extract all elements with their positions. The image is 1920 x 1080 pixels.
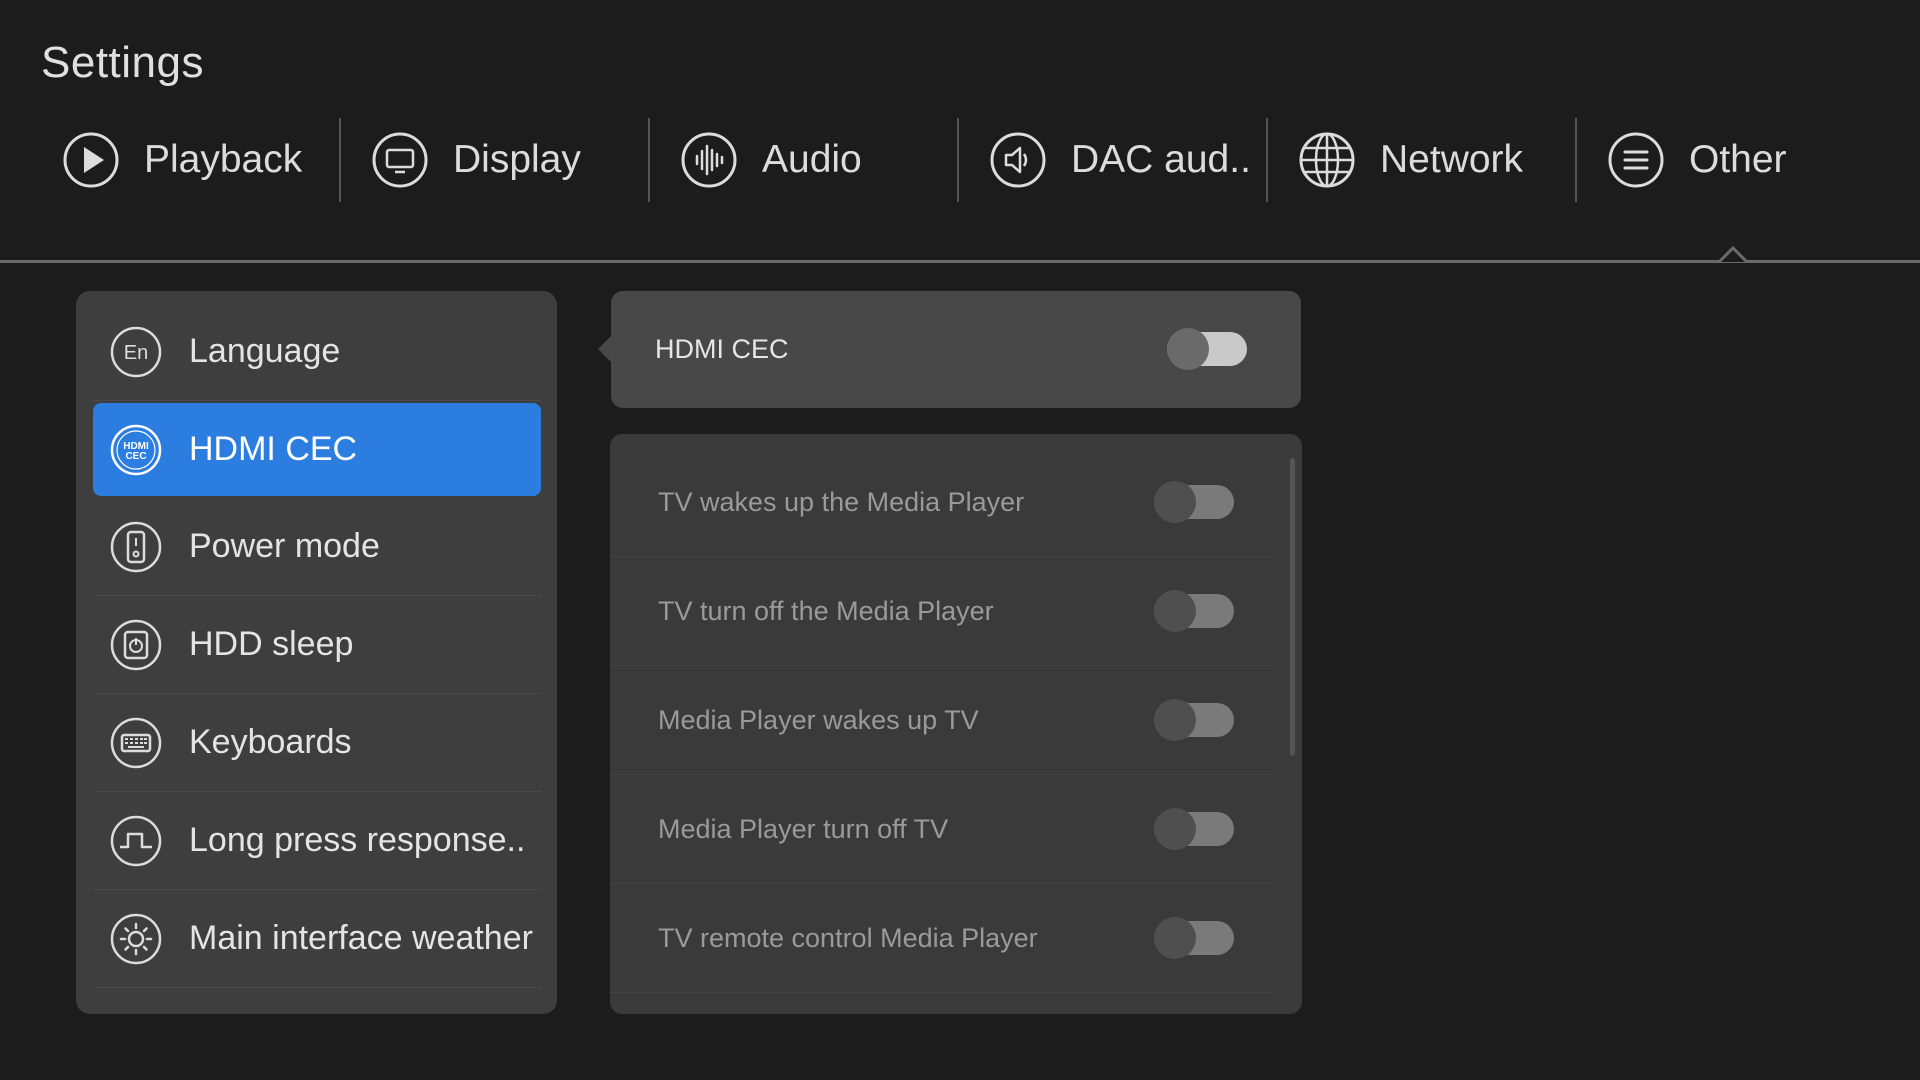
cec-options-list: TV wakes up the Media Player TV turn off…	[610, 434, 1302, 1014]
menu-item-label: Power mode	[189, 527, 380, 565]
menu-item-keyboards[interactable]: Keyboards	[93, 694, 541, 792]
tab-audio[interactable]: Audio	[650, 118, 959, 202]
menu-item-label: Long press response..	[189, 821, 526, 859]
keyboard-icon	[110, 717, 162, 768]
toggle-knob	[1154, 808, 1196, 850]
tab-label: Audio	[762, 138, 862, 181]
tab-label: Display	[453, 138, 581, 181]
menu-item-label: HDMI CEC	[189, 430, 358, 468]
svg-text:En: En	[124, 342, 148, 364]
svg-text:CEC: CEC	[125, 451, 146, 462]
option-tv-remote-controls-player[interactable]: TV remote control Media Player	[610, 884, 1275, 993]
option-toggle[interactable]	[1154, 808, 1234, 850]
option-toggle[interactable]	[1154, 590, 1234, 632]
tab-label: Other	[1689, 138, 1787, 181]
tab-network[interactable]: Network	[1268, 118, 1577, 202]
toggle-knob	[1154, 917, 1196, 959]
option-tv-turns-off-player[interactable]: TV turn off the Media Player	[610, 557, 1275, 666]
weather-sun-icon	[110, 913, 162, 964]
language-en-icon: En	[110, 326, 162, 377]
menu-item-hdmi-cec[interactable]: HDMI CEC HDMI CEC	[93, 403, 541, 496]
hdmi-cec-toggle[interactable]	[1167, 328, 1247, 370]
option-label: TV remote control Media Player	[658, 923, 1038, 953]
option-toggle[interactable]	[1154, 481, 1234, 523]
tab-divider	[0, 260, 1920, 263]
tab-label: DAC aud..	[1071, 138, 1251, 181]
toggle-knob	[1167, 328, 1209, 370]
option-toggle[interactable]	[1154, 917, 1234, 959]
hdd-timer-icon	[110, 619, 162, 670]
menu-item-power-mode[interactable]: Power mode	[93, 498, 541, 596]
option-toggle[interactable]	[1154, 699, 1234, 741]
hdmi-cec-icon: HDMI CEC	[110, 424, 162, 475]
menu-item-long-press-response[interactable]: Long press response..	[93, 792, 541, 890]
tab-playback[interactable]: Playback	[32, 118, 341, 202]
page-title: Settings	[41, 38, 204, 87]
menu-lines-icon	[1608, 132, 1664, 188]
menu-item-label: HDD sleep	[189, 625, 354, 663]
menu-item-hdd-sleep[interactable]: HDD sleep	[93, 596, 541, 694]
menu-item-label: Main interface weather	[189, 919, 533, 957]
toggle-knob	[1154, 590, 1196, 632]
category-tabs: Playback Display Audio DAC aud.. Network…	[32, 118, 1886, 222]
option-tv-wakes-player[interactable]: TV wakes up the Media Player	[610, 448, 1275, 557]
option-label: TV turn off the Media Player	[658, 596, 994, 626]
tab-other[interactable]: Other	[1577, 118, 1886, 202]
toggle-knob	[1154, 699, 1196, 741]
option-player-wakes-tv[interactable]: Media Player wakes up TV	[610, 666, 1275, 775]
hdmi-cec-toggle-label: HDMI CEC	[655, 334, 789, 364]
tab-display[interactable]: Display	[341, 118, 650, 202]
selected-tab-caret-icon	[1719, 245, 1747, 264]
menu-item-main-interface-weather[interactable]: Main interface weather	[93, 890, 541, 988]
settings-screen: Settings Playback Display Audio DAC aud.…	[0, 0, 1920, 1080]
globe-icon	[1299, 132, 1355, 188]
menu-item-label: Keyboards	[189, 723, 352, 761]
toggle-knob	[1154, 481, 1196, 523]
option-label: Media Player wakes up TV	[658, 705, 979, 735]
menu-item-language[interactable]: En Language	[93, 303, 541, 401]
option-player-turns-off-tv[interactable]: Media Player turn off TV	[610, 775, 1275, 884]
tab-label: Playback	[144, 138, 303, 181]
hdmi-cec-toggle-card[interactable]: HDMI CEC	[611, 291, 1301, 408]
option-label: TV wakes up the Media Player	[658, 487, 1025, 517]
menu-item-label: Language	[189, 332, 341, 370]
options-scrollbar[interactable]	[1290, 458, 1295, 756]
power-remote-icon	[110, 521, 162, 572]
speaker-icon	[990, 132, 1046, 188]
audio-wave-icon	[681, 132, 737, 188]
pulse-icon	[110, 815, 162, 866]
play-icon	[63, 132, 119, 188]
option-label: Media Player turn off TV	[658, 814, 949, 844]
monitor-icon	[372, 132, 428, 188]
side-menu: En Language HDMI CEC HDMI CEC Power mode	[76, 291, 557, 1014]
tab-label: Network	[1380, 138, 1524, 181]
tab-dac-audio[interactable]: DAC aud..	[959, 118, 1268, 202]
card-pointer	[598, 335, 612, 363]
